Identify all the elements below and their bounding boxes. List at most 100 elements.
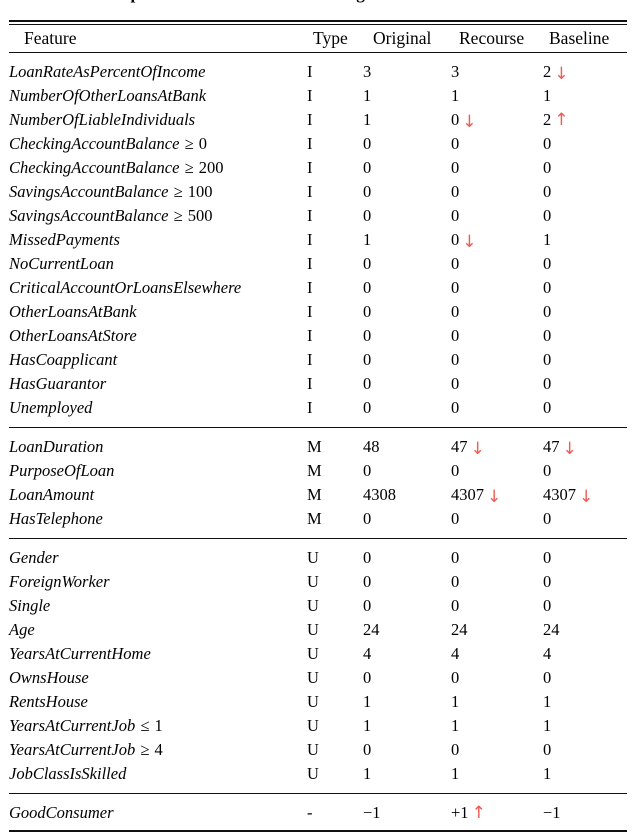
baseline-value-cell: 0 [543,204,627,228]
feature-type-cell: U [307,764,319,783]
baseline-value-cell: 4307 ↓ [543,483,627,507]
feature-label: RentsHouse [9,692,88,711]
table-row: YearsAtCurrentJob ≥ 4U000 [9,738,627,762]
recourse-value-cell: 0 [451,180,543,204]
arrow-down-icon: ↓ [562,439,577,459]
value-text: −1 [543,803,561,822]
value-text: 0 [543,302,552,321]
value-text: 1 [543,692,552,711]
feature-label: NumberOfLiableIndividuals [9,110,196,129]
feature-type-cell: M [307,509,322,528]
recourse-value-cell: +1 ↑ [451,801,543,825]
comparison-operator: ≤ [136,716,154,735]
feature-label: Unemployed [9,398,93,417]
table-row: Single U 0 0 0 [9,594,627,618]
original-value-cell: 4 [363,642,451,666]
feature-name-cell: YearsAtCurrentJob ≤ 1 [9,714,307,738]
threshold-value: 4 [154,740,163,759]
threshold-value: 0 [198,134,207,153]
value-text: 1 [451,716,460,735]
comparison-operator: ≥ [180,134,198,153]
value-text: 0 [543,374,552,393]
table-row: NumberOfLiableIndividuals I 1 0 ↓ 2 ↑ [9,108,627,132]
feature-name-cell: CheckingAccountBalance ≥ 0 [9,132,307,156]
original-value-cell: 1 [363,228,451,252]
original-value-cell: 1 [363,108,451,132]
recourse-value-cell: 0 [451,276,543,300]
table-row: OwnsHouse U 0 0 0 [9,666,627,690]
feature-name-cell: HasCoapplicant [9,348,307,372]
baseline-value-cell: 0 [543,459,627,483]
baseline-value-cell: 2 ↑ [543,108,627,132]
recourse-value-cell: 0 [451,156,543,180]
recourse-table-container: Feature Type Original Recourse Baseline LoanR… [9,17,627,835]
recourse-value-cell: 0 [451,396,543,420]
table-row: PurposeOfLoan M 0 0 0 [9,459,627,483]
value-text: 24 [543,620,560,639]
value-text: 1 [543,764,552,783]
comparison-operator: ≥ [136,740,154,759]
table-row: NumberOfOtherLoansAtBank I 1 1 1 [9,84,627,108]
value-text: 1 [451,692,460,711]
recourse-value-cell: 0 [451,507,543,531]
original-value-cell: 1 [363,690,451,714]
original-value-cell: 0 [363,570,451,594]
feature-name-cell: HasTelephone [9,507,307,531]
value-text: 1 [543,230,552,249]
value-text: 0 [363,740,372,759]
recourse-value-cell: 0 [451,252,543,276]
feature-type-cell: I [307,398,313,417]
feature-name-cell: OtherLoansAtStore [9,324,307,348]
original-value-cell: 1 [363,762,451,786]
feature-type-cell: I [307,158,313,177]
feature-type-cell: U [307,644,319,663]
recourse-table: Feature Type Original Recourse Baseline LoanR… [9,17,627,835]
recourse-value-cell: 1 [451,690,543,714]
original-value-cell: 0 [363,594,451,618]
feature-label: CheckingAccountBalance [9,134,180,153]
feature-name-cell: GoodConsumer [9,801,307,825]
value-text: 1 [543,716,552,735]
value-text: 0 [451,206,460,225]
value-text: 0 [543,254,552,273]
feature-label: HasCoapplicant [9,350,118,369]
row-spacer-cell [9,539,627,547]
threshold-value: 100 [187,182,213,201]
recourse-value-cell: 0 [451,132,543,156]
feature-label: NumberOfOtherLoansAtBank [9,86,207,105]
feature-label: MissedPayments [9,230,120,249]
feature-type-cell: U [307,740,319,759]
original-value-cell: 0 [363,252,451,276]
table-row: CriticalAccountOrLoansElsewhere I 0 0 0 [9,276,627,300]
table-row: HasTelephone M 0 0 0 [9,507,627,531]
original-value-cell: 3 [363,60,451,84]
baseline-value-cell: 0 [543,300,627,324]
value-text: 0 [451,548,460,567]
table-row: HasGuarantor I 0 0 0 [9,372,627,396]
value-text: 0 [451,110,460,129]
baseline-value-cell: 4 [543,642,627,666]
feature-type-cell: I [307,326,313,345]
value-text: 4 [451,644,460,663]
feature-name-cell: Gender [9,546,307,570]
feature-type-cell: I [307,302,313,321]
column-header-recourse: Recourse [459,28,525,48]
original-value-cell: 0 [363,348,451,372]
arrow-up-icon: ↑ [554,110,569,130]
feature-name-cell: HasGuarantor [9,372,307,396]
value-text: 0 [451,350,460,369]
feature-label: OwnsHouse [9,668,89,687]
value-text: 0 [451,158,460,177]
original-value-cell: 0 [363,372,451,396]
row-spacer-cell [9,428,627,436]
feature-name-cell: RentsHouse [9,690,307,714]
original-value-cell: 0 [363,546,451,570]
value-text: 0 [451,572,460,591]
recourse-value-cell: 0 [451,324,543,348]
value-text: 0 [543,206,552,225]
table-caption: Table 4: Example recourse and baseline l… [24,0,382,4]
row-spacer [9,53,627,61]
value-text: 0 [451,302,460,321]
value-text: 1 [363,764,372,783]
feature-label: OtherLoansAtBank [9,302,137,321]
